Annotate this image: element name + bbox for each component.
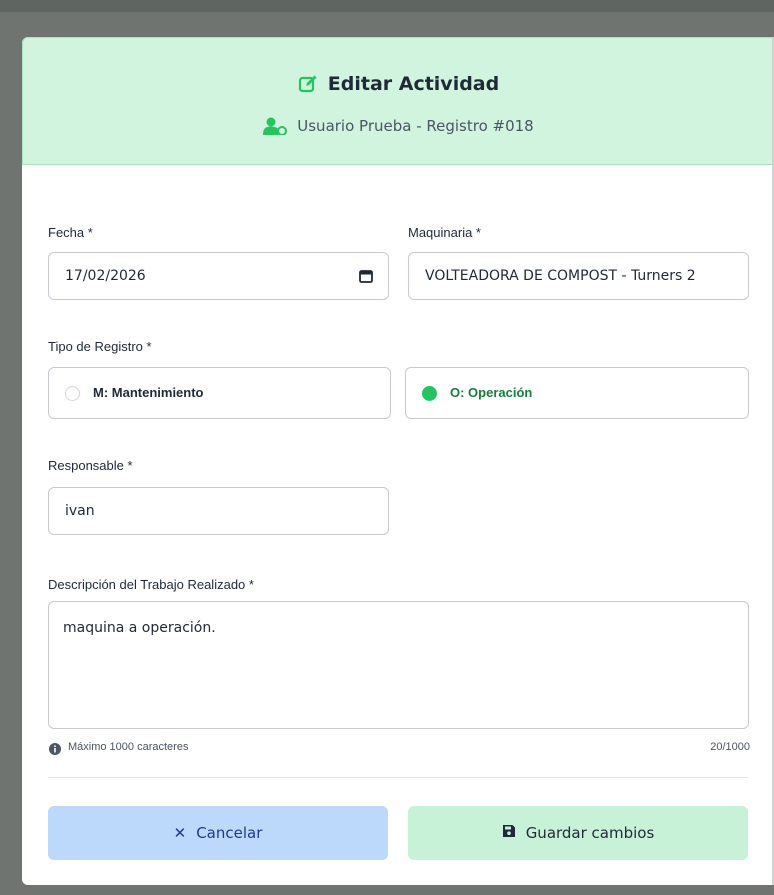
calendar-icon[interactable] (359, 269, 373, 287)
descripcion-label: Descripción del Trabajo Realizado * (48, 577, 254, 592)
fecha-date-input[interactable]: 17/02/2026 (48, 252, 389, 300)
descripcion-textarea[interactable]: maquina a operación. (48, 601, 749, 729)
save-button[interactable]: Guardar cambios (408, 806, 748, 860)
info-icon (49, 742, 61, 760)
backdrop-top (0, 0, 774, 12)
cancel-label: Cancelar (196, 824, 263, 842)
subtitle-row: Usuario Prueba - Registro #018 (23, 114, 774, 138)
modal-subtitle: Usuario Prueba - Registro #018 (297, 117, 534, 135)
radio-operacion[interactable]: O: Operación (405, 367, 749, 419)
character-counter: 20/1000 (710, 741, 750, 753)
save-label: Guardar cambios (525, 824, 655, 842)
modal-title: Editar Actividad (327, 73, 500, 95)
radio-mantenimiento-label: M: Mantenimiento (93, 385, 204, 400)
descripcion-value: maquina a operación. (63, 620, 216, 636)
divider (48, 777, 748, 778)
cancel-button[interactable]: ✕ Cancelar (48, 806, 388, 860)
fecha-label: Fecha * (48, 225, 93, 240)
tipo-registro-label: Tipo de Registro * (48, 339, 152, 354)
maquinaria-label: Maquinaria * (408, 225, 481, 240)
maquinaria-select[interactable]: VOLTEADORA DE COMPOST - Turners 2 (408, 252, 749, 300)
radio-unchecked-icon (65, 386, 80, 401)
user-lock-icon (263, 117, 288, 135)
responsable-input[interactable]: ivan (48, 487, 389, 535)
radio-operacion-label: O: Operación (450, 385, 533, 400)
radio-checked-icon (422, 386, 437, 401)
responsable-value: ivan (65, 503, 95, 519)
edit-icon (298, 74, 318, 94)
modal-header: Editar Actividad Usuario Prueba - Regist… (22, 37, 774, 165)
radio-mantenimiento[interactable]: M: Mantenimiento (48, 367, 391, 419)
title-row: Editar Actividad (23, 70, 774, 98)
close-icon: ✕ (173, 823, 187, 842)
descripcion-hint: Máximo 1000 caracteres (68, 741, 189, 753)
responsable-label: Responsable * (48, 458, 133, 473)
fecha-value: 17/02/2026 (65, 268, 146, 284)
save-icon (502, 824, 516, 842)
maquinaria-value: VOLTEADORA DE COMPOST - Turners 2 (425, 268, 696, 284)
edit-activity-modal: Editar Actividad Usuario Prueba - Regist… (22, 37, 774, 885)
